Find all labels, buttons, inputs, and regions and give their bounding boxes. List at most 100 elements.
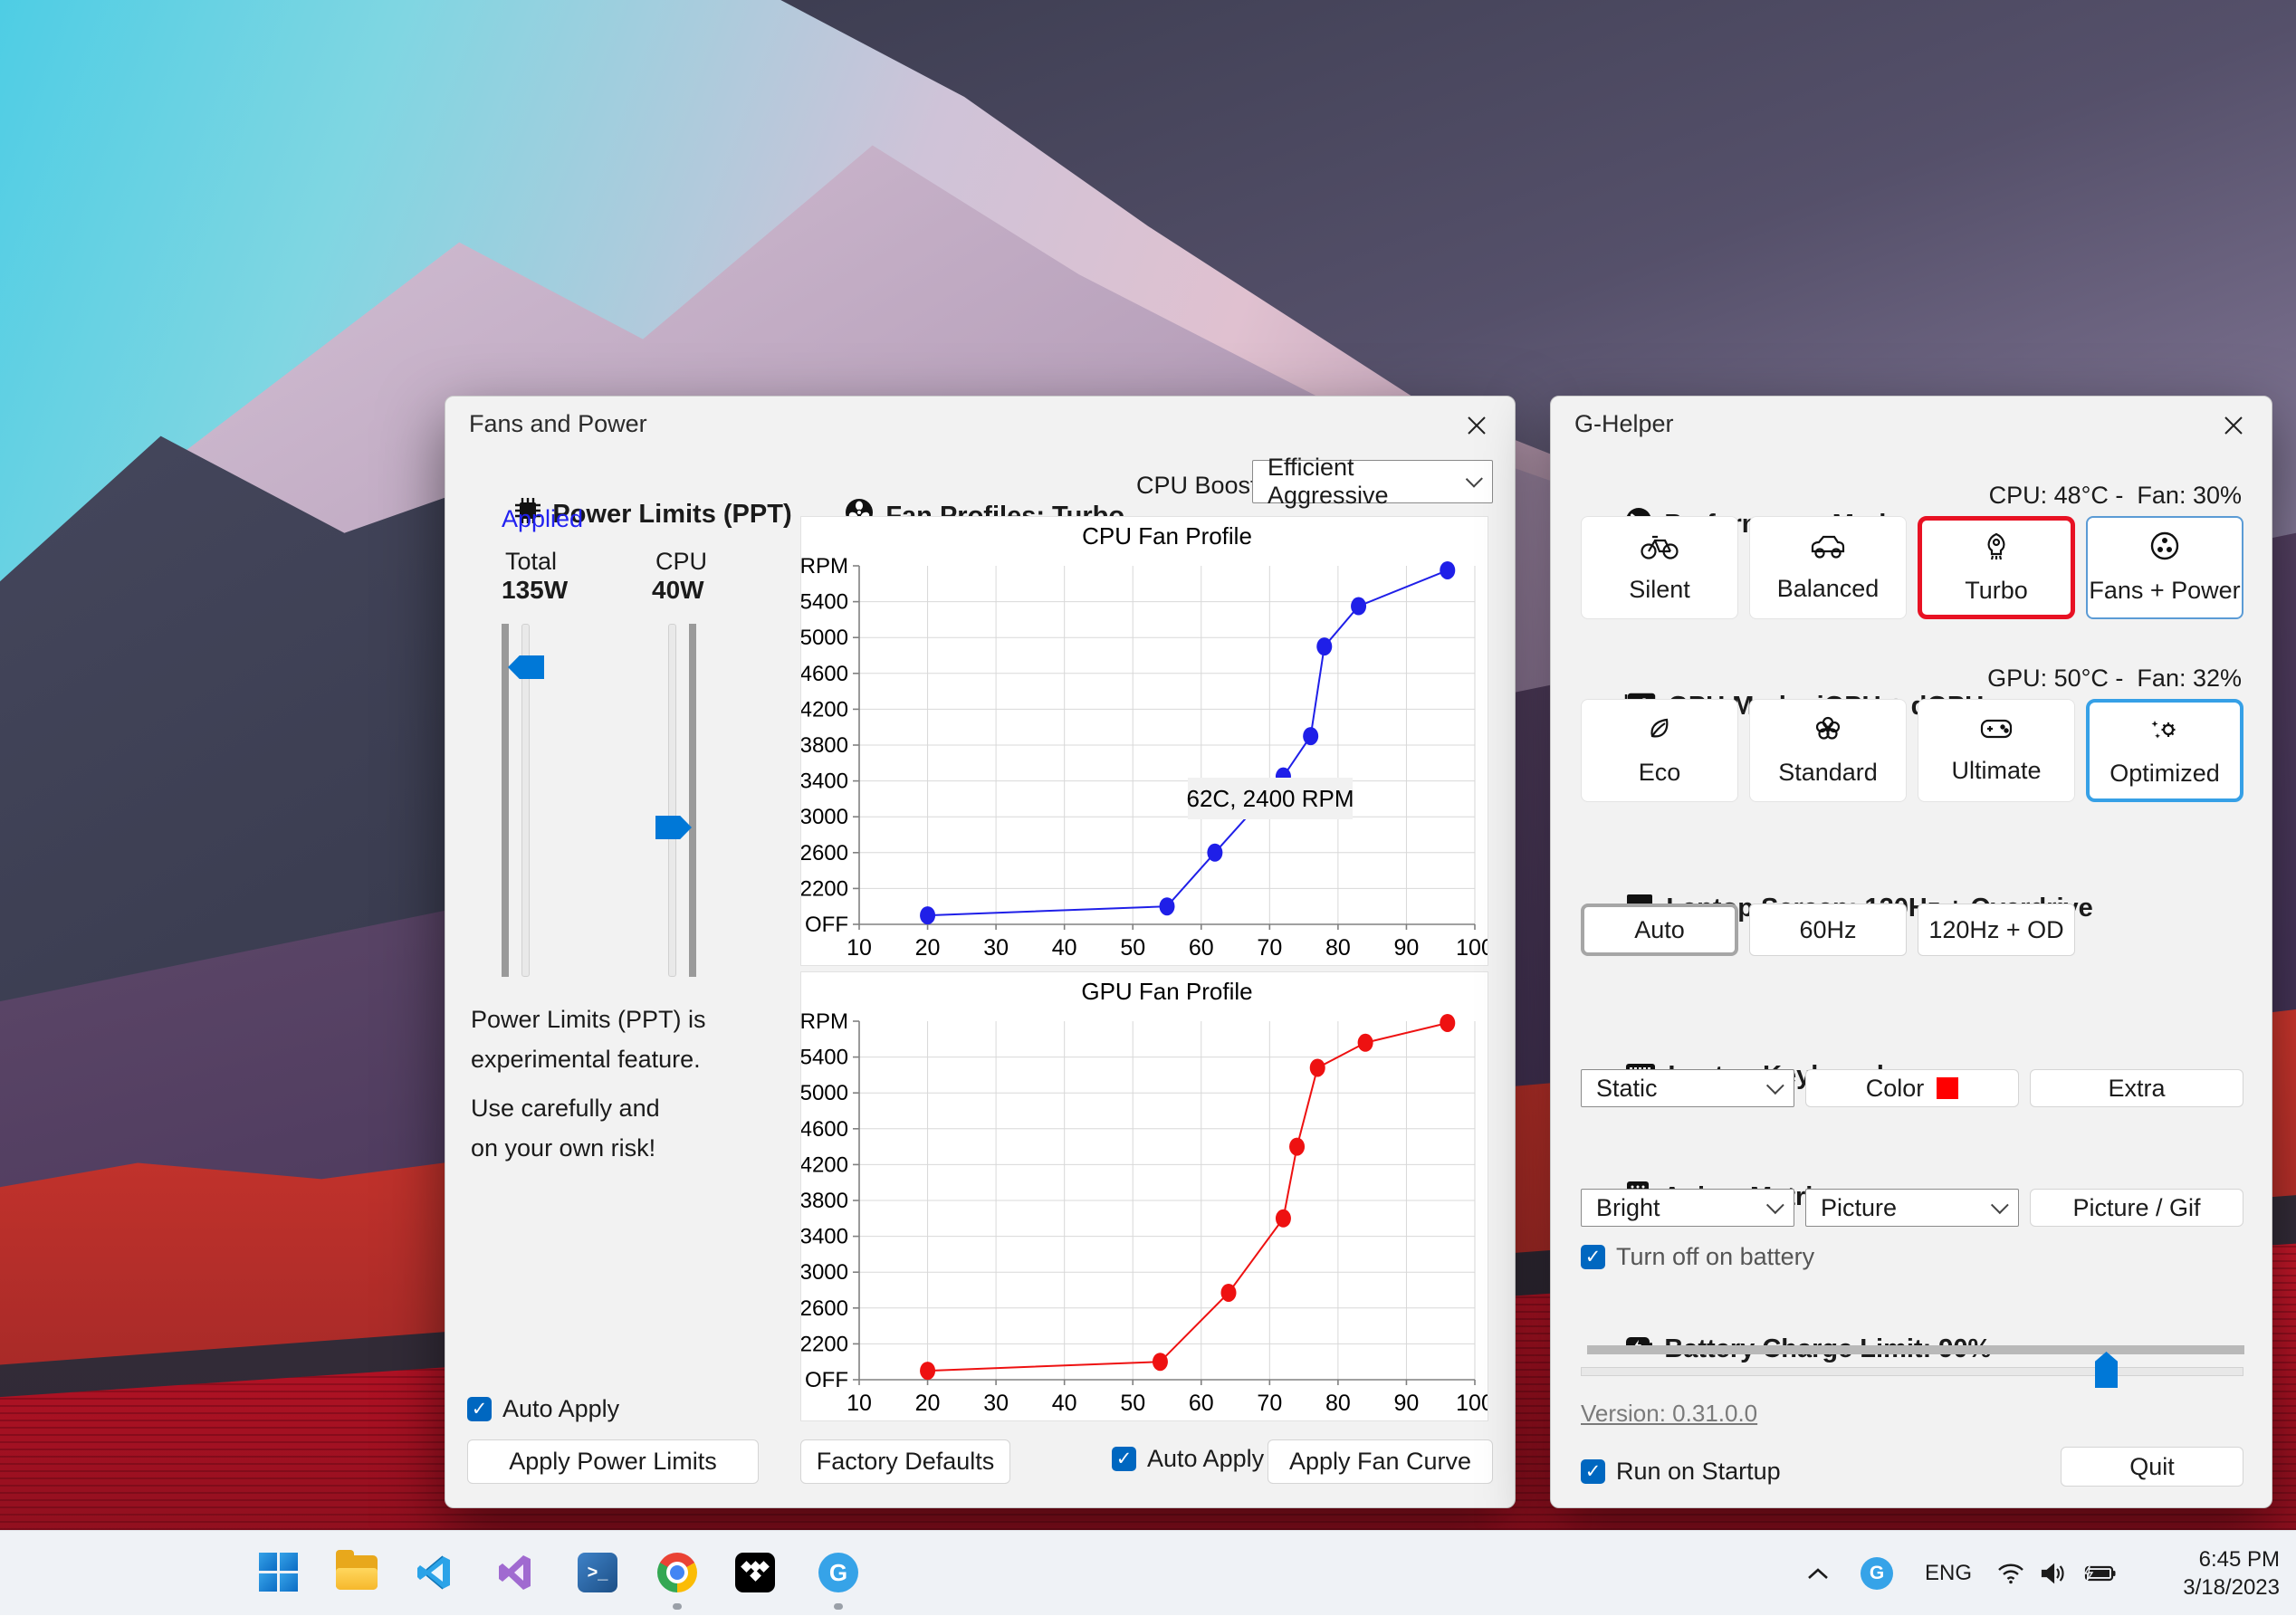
screen-120hz-od-button[interactable]: 120Hz + OD	[1918, 904, 2075, 956]
balanced-mode-button[interactable]: Balanced	[1749, 516, 1907, 619]
language-indicator[interactable]: ENG	[1925, 1531, 1972, 1616]
apply-power-limits-button[interactable]: Apply Power Limits	[467, 1439, 759, 1484]
svg-text:RPM: RPM	[801, 1009, 848, 1034]
svg-text:5400: 5400	[801, 1046, 848, 1070]
cpu-slider-track[interactable]	[668, 624, 676, 977]
total-slider-ticks	[502, 624, 509, 977]
g-helper-window: G-Helper Performance Mode CPU: 48°C - Fa…	[1550, 396, 2272, 1508]
fan-icon	[2149, 531, 2180, 568]
chevron-down-icon	[1466, 471, 1483, 488]
tidal-icon[interactable]	[732, 1549, 779, 1596]
screen-auto-button[interactable]: Auto	[1581, 904, 1738, 956]
optimized-gpu-button[interactable]: Optimized	[2086, 699, 2243, 802]
svg-text:50: 50	[1120, 1391, 1145, 1416]
run-on-startup-checkbox[interactable]: ✓ Run on Startup	[1581, 1458, 1781, 1486]
cpu-boost-select[interactable]: Efficient Aggressive	[1252, 460, 1493, 503]
svg-text:20: 20	[915, 1391, 941, 1416]
svg-text:70: 70	[1257, 935, 1282, 961]
total-label: Total	[505, 548, 557, 576]
version-link[interactable]: Version: 0.31.0.0	[1581, 1400, 1757, 1428]
svg-text:100: 100	[1456, 935, 1488, 961]
start-button[interactable]	[255, 1549, 302, 1596]
turbo-mode-button[interactable]: Turbo	[1918, 516, 2075, 619]
svg-text:3000: 3000	[801, 1260, 848, 1285]
folder-icon	[336, 1555, 378, 1590]
cpu-value: 40W	[652, 576, 704, 605]
fans-and-power-window: Fans and Power Power Limits (PPT) Applie…	[445, 396, 1516, 1508]
color-swatch	[1937, 1077, 1958, 1099]
svg-text:3400: 3400	[801, 1225, 848, 1249]
svg-text:5400: 5400	[801, 590, 848, 615]
gpu-fan-chart[interactable]: GPU Fan ProfileOFF2200260030003400380042…	[800, 971, 1488, 1421]
chevron-down-icon	[1766, 1076, 1784, 1095]
eco-gpu-button[interactable]: Eco	[1581, 699, 1738, 802]
checkbox-checked-icon[interactable]: ✓	[1112, 1447, 1136, 1471]
apply-fan-curve-button[interactable]: Apply Fan Curve	[1268, 1439, 1493, 1484]
ghelper-tray-icon[interactable]: G	[1861, 1531, 1893, 1616]
checkbox-checked-icon[interactable]: ✓	[1581, 1459, 1605, 1484]
ppt-note-1: Power Limits (PPT) is experimental featu…	[471, 999, 706, 1079]
checkbox-checked-icon[interactable]: ✓	[467, 1397, 492, 1421]
chrome-icon[interactable]	[654, 1549, 701, 1596]
screen-60hz-button[interactable]: 60Hz	[1749, 904, 1907, 956]
factory-defaults-button[interactable]: Factory Defaults	[800, 1439, 1010, 1484]
visual-studio-icon[interactable]	[493, 1549, 540, 1596]
gpu-temp-status: GPU: 50°C - Fan: 32%	[1987, 665, 2242, 693]
svg-text:3000: 3000	[801, 805, 848, 829]
running-indicator	[673, 1603, 682, 1610]
svg-text:CPU Fan Profile: CPU Fan Profile	[1082, 522, 1252, 550]
wifi-icon[interactable]	[1996, 1531, 2025, 1616]
cpu-label: CPU	[655, 548, 707, 576]
volume-icon[interactable]	[2039, 1531, 2068, 1616]
total-slider-thumb[interactable]	[508, 655, 544, 679]
svg-text:4600: 4600	[801, 1117, 848, 1142]
anime-mode-select[interactable]: Picture	[1805, 1189, 2019, 1227]
battery-tray-icon[interactable]	[2082, 1531, 2117, 1616]
svg-text:2200: 2200	[801, 876, 848, 901]
svg-text:30: 30	[983, 1391, 1009, 1416]
turn-off-on-battery-checkbox[interactable]: ✓ Turn off on battery	[1581, 1243, 1814, 1271]
auto-apply-power-checkbox[interactable]: ✓ Auto Apply	[467, 1395, 619, 1423]
svg-text:2600: 2600	[801, 1296, 848, 1321]
ultimate-gpu-button[interactable]: Ultimate	[1918, 699, 2075, 802]
standard-gpu-button[interactable]: Standard	[1749, 699, 1907, 802]
svg-text:10: 10	[847, 935, 872, 961]
close-icon[interactable]	[1457, 407, 1497, 444]
quit-button[interactable]: Quit	[2061, 1447, 2243, 1487]
svg-text:5000: 5000	[801, 626, 848, 650]
svg-text:60: 60	[1189, 1391, 1214, 1416]
svg-text:3800: 3800	[801, 1189, 848, 1213]
picture-gif-button[interactable]: Picture / Gif	[2030, 1189, 2243, 1227]
file-explorer-icon[interactable]	[333, 1549, 380, 1596]
cpu-slider-thumb[interactable]	[655, 816, 692, 839]
svg-text:40: 40	[1052, 1391, 1077, 1416]
tidal-logo-icon	[735, 1553, 775, 1592]
ppt-note-2: Use carefully and on your own risk!	[471, 1088, 660, 1168]
keyboard-color-button[interactable]: Color	[1805, 1069, 2019, 1107]
auto-apply-fan-checkbox[interactable]: ✓ Auto Apply	[1112, 1445, 1264, 1473]
svg-text:3800: 3800	[801, 733, 848, 758]
fans-power-button[interactable]: Fans + Power	[2086, 516, 2243, 619]
vscode-icon[interactable]	[411, 1549, 458, 1596]
flower-icon	[1813, 714, 1842, 750]
close-icon[interactable]	[2214, 407, 2253, 444]
clock[interactable]: 6:45 PM 3/18/2023	[2183, 1531, 2280, 1616]
car-icon	[1809, 532, 1847, 566]
date: 3/18/2023	[2183, 1573, 2280, 1602]
tray-chevron-up[interactable]	[1806, 1531, 1830, 1616]
battery-slider-thumb[interactable]	[2095, 1352, 2118, 1388]
battery-slider-track[interactable]	[1581, 1367, 2243, 1376]
ghelper-taskbar-icon[interactable]: G	[815, 1549, 862, 1596]
svg-text:60: 60	[1189, 935, 1214, 961]
auto-optimize-icon	[2149, 713, 2180, 751]
silent-mode-button[interactable]: Silent	[1581, 516, 1738, 619]
anime-brightness-select[interactable]: Bright	[1581, 1189, 1794, 1227]
powershell-icon[interactable]: >_	[574, 1549, 621, 1596]
cpu-temp-status: CPU: 48°C - Fan: 30%	[1989, 482, 2242, 510]
cpu-fan-chart[interactable]: CPU Fan ProfileOFF2200260030003400380042…	[800, 516, 1488, 966]
svg-text:20: 20	[915, 935, 941, 961]
checkbox-checked-icon[interactable]: ✓	[1581, 1245, 1605, 1269]
keyboard-mode-select[interactable]: Static	[1581, 1069, 1794, 1107]
keyboard-extra-button[interactable]: Extra	[2030, 1069, 2243, 1107]
applied-status[interactable]: Applied	[502, 505, 583, 533]
